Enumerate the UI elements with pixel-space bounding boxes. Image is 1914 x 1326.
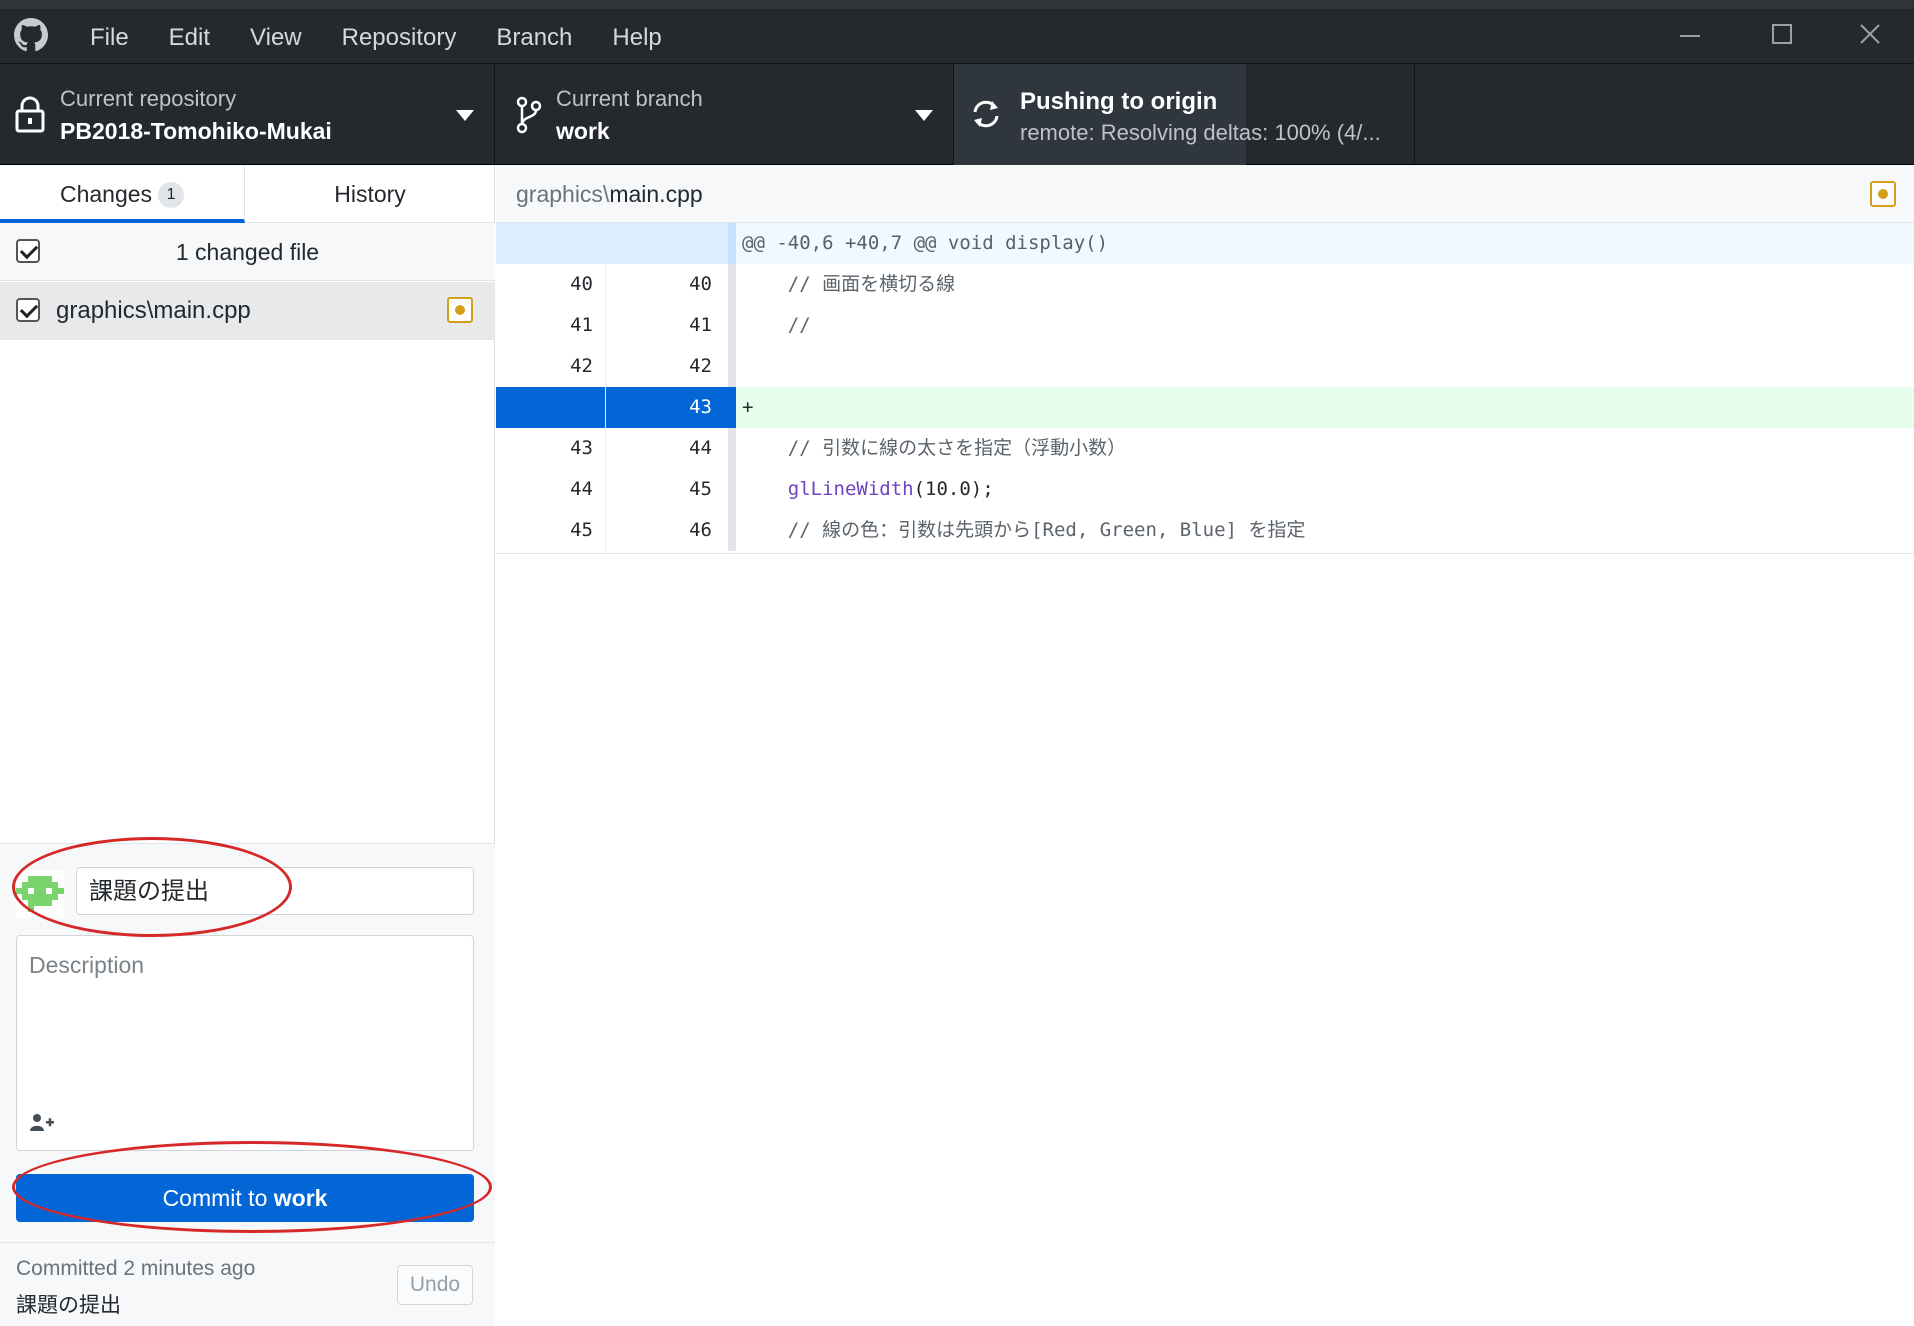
last-commit-summary: Committed 2 minutes ago 課題の提出 Undo (0, 1242, 495, 1326)
new-line-number: 42 (689, 355, 712, 377)
diff-gutter (728, 305, 736, 346)
diff-code: // 引数に線の太さを指定（浮動小数） (742, 437, 1127, 459)
current-branch-button[interactable]: Current branch work (495, 64, 954, 165)
sync-icon (973, 100, 999, 128)
diff-line[interactable]: 42 42 (496, 346, 1914, 387)
changed-files-count: 1 changed file (175, 239, 320, 265)
lock-icon (15, 96, 45, 133)
function-name: glLineWidth (787, 478, 914, 500)
diff-divider (496, 553, 1914, 554)
diff-line[interactable]: 40 40 // 画面を横切る線 (496, 264, 1914, 305)
old-line-number: 44 (496, 469, 606, 510)
diff-line-added[interactable]: 43 + (496, 387, 1914, 428)
diff-gutter (728, 469, 736, 510)
new-line-number: 45 (689, 478, 712, 500)
diff-gutter (728, 428, 736, 469)
changed-file-row[interactable]: graphics\main.cpp (0, 282, 495, 340)
diff-gutter (728, 510, 736, 551)
new-line-number: 46 (689, 519, 712, 541)
last-commit-message: 課題の提出 (16, 1293, 121, 1317)
diff-view: graphics\main.cpp @@ -40,6 +40,7 @@ void… (496, 165, 1914, 1326)
old-line-number: 40 (496, 264, 606, 305)
add-coauthor-icon[interactable] (29, 1112, 55, 1134)
push-title: Pushing to origin (1020, 88, 1218, 115)
diff-line[interactable]: 43 44 // 引数に線の太さを指定（浮動小数） (496, 428, 1914, 469)
caret-down-icon (456, 110, 474, 121)
diff-header: graphics\main.cpp (496, 165, 1914, 223)
branch-title: Current branch (556, 86, 703, 111)
annotation-ellipse-commit (12, 1141, 492, 1233)
title-bar: File Edit View Repository Branch Help (0, 0, 1914, 64)
diff-code: glLineWidth(10.0); (742, 469, 994, 510)
menu-branch[interactable]: Branch (476, 0, 592, 64)
diff-gutter (728, 387, 736, 428)
changes-count-badge: 1 (158, 182, 185, 208)
diff-hunk-header: @@ -40,6 +40,7 @@ void display() (496, 223, 1914, 264)
diff-code: // (742, 314, 811, 336)
commit-description-field[interactable]: Description (16, 935, 474, 1151)
diff-file-name: main.cpp (609, 181, 703, 207)
diff-gutter (728, 264, 736, 305)
push-origin-button[interactable]: Pushing to origin remote: Resolving delt… (954, 64, 1415, 165)
undo-button[interactable]: Undo (397, 1265, 473, 1305)
tab-changes[interactable]: Changes 1 (0, 165, 245, 223)
old-line-number: 45 (496, 510, 606, 551)
push-progress: remote: Resolving deltas: 100% (4/... (1020, 120, 1381, 145)
menu-repository[interactable]: Repository (322, 0, 477, 64)
close-icon[interactable] (1850, 14, 1890, 54)
last-commit-time: Committed 2 minutes ago (16, 1257, 256, 1280)
diff-code: // 画面を横切る線 (742, 273, 956, 295)
tab-changes-label: Changes (59, 181, 153, 207)
maximize-icon[interactable] (1762, 14, 1802, 54)
sidebar: Changes 1 History 1 changed file graphics… (0, 165, 495, 1326)
diff-line[interactable]: 45 46 // 線の色：引数は先頭から[Red, Green, Blue] を… (496, 510, 1914, 551)
current-repository-button[interactable]: Current repository PB2018-Tomohiko-Mukai (0, 64, 495, 165)
diff-code: @@ -40,6 +40,7 @@ void display() (742, 232, 1109, 254)
modified-file-icon (447, 297, 473, 323)
changed-file-name: graphics\main.cpp (56, 297, 251, 324)
old-line-number: 42 (496, 346, 606, 387)
diff-code: + (742, 396, 754, 418)
diff-file-path: graphics\main.cpp (516, 181, 703, 208)
changed-files-header: 1 changed file (0, 223, 495, 281)
diff-file-dir: graphics\ (516, 181, 610, 207)
repo-name: PB2018-Tomohiko-Mukai (60, 118, 332, 144)
new-line-number: 40 (689, 273, 712, 295)
old-line-number (496, 387, 606, 428)
old-line-number: 43 (496, 428, 606, 469)
diff-gutter (728, 346, 736, 387)
caret-down-icon (915, 110, 933, 121)
new-line-number: 43 (606, 387, 728, 428)
new-line-number: 44 (689, 437, 712, 459)
file-include-checkbox[interactable] (16, 298, 40, 322)
diff-line[interactable]: 44 45 glLineWidth(10.0); (496, 469, 1914, 510)
repo-title: Current repository (60, 86, 237, 111)
old-line-number: 41 (496, 305, 606, 346)
menu-help[interactable]: Help (592, 0, 681, 64)
diff-code: // 線の色：引数は先頭から[Red, Green, Blue] を指定 (742, 519, 1306, 541)
sidebar-tabs: Changes 1 History (0, 165, 495, 223)
menu-edit[interactable]: Edit (149, 0, 230, 64)
toolbar: Current repository PB2018-Tomohiko-Mukai… (0, 64, 1914, 165)
tab-history[interactable]: History (245, 165, 495, 223)
menu-file[interactable]: File (70, 0, 149, 64)
new-line-number: 41 (689, 314, 712, 336)
github-logo-icon (14, 18, 48, 52)
branch-name: work (556, 118, 610, 144)
new-line-number (606, 223, 728, 264)
menu-bar: File Edit View Repository Branch Help (70, 0, 682, 64)
annotation-ellipse-summary (12, 837, 292, 937)
branch-icon (516, 96, 542, 134)
description-placeholder: Description (29, 952, 145, 978)
function-args: (10.0); (913, 478, 994, 500)
menu-view[interactable]: View (230, 0, 322, 64)
diff-gutter (728, 223, 736, 264)
minimize-icon[interactable] (1670, 14, 1710, 54)
modified-file-icon (1870, 181, 1896, 207)
old-line-number (496, 223, 606, 264)
diff-line[interactable]: 41 41 // (496, 305, 1914, 346)
